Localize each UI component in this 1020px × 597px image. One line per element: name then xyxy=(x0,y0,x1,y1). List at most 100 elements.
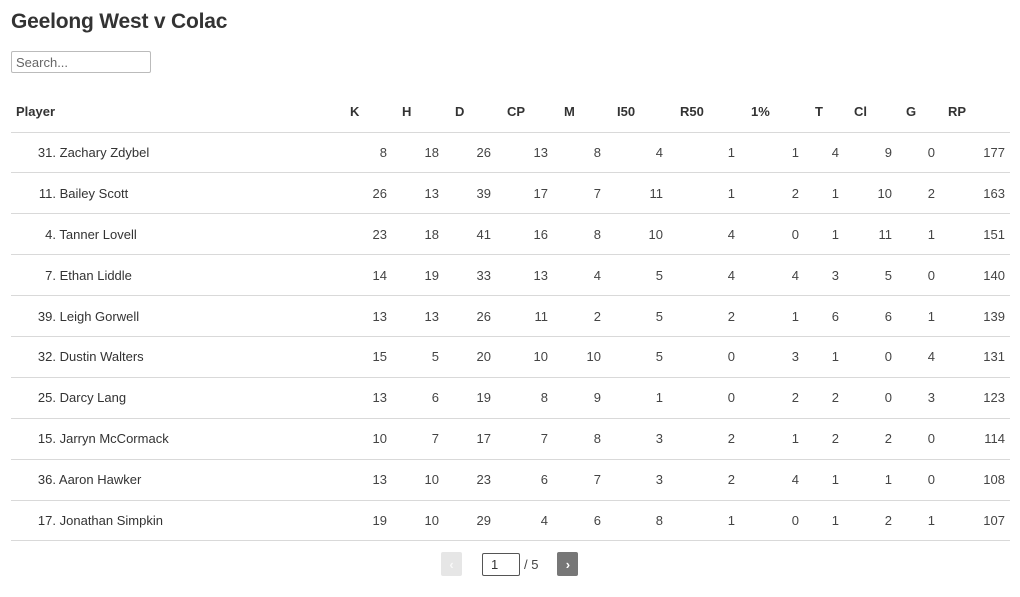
player-name-cell: 25. Darcy Lang xyxy=(11,377,339,419)
stat-cell-r50: 2 xyxy=(668,295,740,337)
column-header-m[interactable]: M xyxy=(553,92,605,133)
player-number: 36. xyxy=(37,472,56,488)
stat-cell-d: 33 xyxy=(444,254,496,297)
stat-cell-m: 10 xyxy=(553,336,605,378)
stat-cell-t: 3 xyxy=(803,254,843,297)
stat-cell-i50: 5 xyxy=(605,336,668,378)
stat-cell-r50: 1 xyxy=(668,500,740,542)
stat-cell-i50: 10 xyxy=(605,213,668,256)
table-row[interactable]: 25. Darcy Lang 13 6 19 8 9 1 0 2 2 0 3 123 xyxy=(11,377,1010,419)
stat-cell-k: 10 xyxy=(339,418,392,460)
stat-cell-r50: 2 xyxy=(668,459,740,501)
stat-cell-cp: 7 xyxy=(496,418,553,460)
column-header-g[interactable]: G xyxy=(899,92,941,133)
player-number: 32. xyxy=(37,349,56,365)
stat-cell-1pct: 2 xyxy=(740,172,803,215)
table-body: 31. Zachary Zdybel 8 18 26 13 8 4 1 1 4 9 0 177 11. B… xyxy=(11,132,1010,542)
stat-cell-h: 19 xyxy=(392,254,444,297)
chevron-left-icon: ‹ xyxy=(449,556,454,572)
search-input[interactable] xyxy=(11,51,151,73)
column-header-r50[interactable]: R50 xyxy=(668,92,740,133)
table-row[interactable]: 17. Jonathan Simpkin 19 10 29 4 6 8 1 0 1 2 1 107 xyxy=(11,500,1010,542)
stat-cell-t: 4 xyxy=(803,132,843,174)
stat-cell-cp: 4 xyxy=(496,500,553,542)
pagination: ‹ / 5 › xyxy=(441,552,579,576)
stat-cell-t: 2 xyxy=(803,377,843,419)
column-header-k[interactable]: K xyxy=(339,92,392,133)
stat-cell-1pct: 1 xyxy=(740,295,803,337)
stat-cell-m: 2 xyxy=(553,295,605,337)
column-header-i50[interactable]: I50 xyxy=(605,92,668,133)
table-row[interactable]: 32. Dustin Walters 15 5 20 10 10 5 0 3 1 0 4 131 xyxy=(11,336,1010,378)
table-row[interactable]: 4. Tanner Lovell 23 18 41 16 8 10 4 0 1 11 1 151 xyxy=(11,213,1010,256)
page-number-input[interactable] xyxy=(482,552,520,576)
stat-cell-h: 13 xyxy=(392,295,444,337)
player-name: Aaron Hawker xyxy=(58,472,142,488)
player-name-cell: 4. Tanner Lovell xyxy=(11,213,339,256)
stat-cell-cl: 0 xyxy=(843,377,899,419)
column-header-player[interactable]: Player xyxy=(11,92,339,133)
stat-cell-k: 15 xyxy=(339,336,392,378)
stat-cell-rp: 114 xyxy=(941,418,1010,460)
page-total-label: / 5 xyxy=(524,556,539,572)
stat-cell-d: 17 xyxy=(444,418,496,460)
chevron-right-icon: › xyxy=(565,556,571,572)
stat-cell-rp: 107 xyxy=(941,500,1010,542)
column-header-d[interactable]: D xyxy=(444,92,496,133)
stat-cell-d: 26 xyxy=(444,295,496,337)
stat-cell-i50: 8 xyxy=(605,500,668,542)
player-number: 39. xyxy=(37,308,56,324)
player-name: Tanner Lovell xyxy=(59,226,137,242)
stat-cell-cp: 10 xyxy=(496,336,553,378)
stat-cell-m: 4 xyxy=(553,254,605,297)
stat-cell-r50: 4 xyxy=(668,254,740,297)
next-page-button[interactable]: › xyxy=(557,552,579,576)
previous-page-button[interactable]: ‹ xyxy=(441,552,462,576)
table-row[interactable]: 36. Aaron Hawker 13 10 23 6 7 3 2 4 1 1 0 108 xyxy=(11,459,1010,501)
stat-cell-k: 26 xyxy=(339,172,392,215)
stat-cell-h: 18 xyxy=(392,132,444,174)
stat-cell-d: 20 xyxy=(444,336,496,378)
stat-cell-d: 26 xyxy=(444,132,496,174)
table-row[interactable]: 11. Bailey Scott 26 13 39 17 7 11 1 2 1 10 2 163 xyxy=(11,172,1010,215)
stat-cell-r50: 1 xyxy=(668,172,740,215)
table-row[interactable]: 7. Ethan Liddle 14 19 33 13 4 5 4 4 3 5 0 140 xyxy=(11,254,1010,297)
stat-cell-1pct: 3 xyxy=(740,336,803,378)
column-header-cp[interactable]: CP xyxy=(496,92,553,133)
column-header-t[interactable]: T xyxy=(803,92,843,133)
table-row[interactable]: 15. Jarryn McCormack 10 7 17 7 8 3 2 1 2 2 0 114 xyxy=(11,418,1010,460)
player-name-cell: 36. Aaron Hawker xyxy=(11,459,339,501)
stat-cell-1pct: 1 xyxy=(740,132,803,174)
stat-cell-g: 0 xyxy=(899,418,941,460)
table-header-row: Player K H D CP M I50 R50 1% T Cl G RP xyxy=(11,92,1010,133)
stat-cell-i50: 3 xyxy=(605,418,668,460)
stat-cell-g: 2 xyxy=(899,172,941,215)
stat-cell-cl: 11 xyxy=(843,213,899,256)
stat-cell-d: 29 xyxy=(444,500,496,542)
stat-cell-rp: 131 xyxy=(941,336,1010,378)
stat-cell-rp: 108 xyxy=(941,459,1010,501)
stat-cell-rp: 163 xyxy=(941,172,1010,215)
player-name-cell: 39. Leigh Gorwell xyxy=(11,295,339,337)
column-header-1pct[interactable]: 1% xyxy=(740,92,803,133)
stat-cell-cp: 17 xyxy=(496,172,553,215)
stat-cell-d: 19 xyxy=(444,377,496,419)
stat-cell-d: 39 xyxy=(444,172,496,215)
column-header-rp[interactable]: RP xyxy=(941,92,1010,133)
column-header-cl[interactable]: Cl xyxy=(843,92,899,133)
player-number: 11. xyxy=(38,185,56,201)
stat-cell-1pct: 0 xyxy=(740,213,803,256)
table-row[interactable]: 31. Zachary Zdybel 8 18 26 13 8 4 1 1 4 9 0 177 xyxy=(11,132,1010,174)
stat-cell-t: 1 xyxy=(803,213,843,256)
stat-cell-1pct: 4 xyxy=(740,254,803,297)
stat-cell-g: 1 xyxy=(899,213,941,256)
stat-cell-rp: 140 xyxy=(941,254,1010,297)
table-row[interactable]: 39. Leigh Gorwell 13 13 26 11 2 5 2 1 6 6 1 139 xyxy=(11,295,1010,337)
stat-cell-k: 13 xyxy=(339,377,392,419)
player-name-cell: 15. Jarryn McCormack xyxy=(11,418,339,460)
stat-cell-g: 3 xyxy=(899,377,941,419)
stat-cell-r50: 2 xyxy=(668,418,740,460)
stat-cell-h: 6 xyxy=(392,377,444,419)
stat-cell-cl: 1 xyxy=(843,459,899,501)
column-header-h[interactable]: H xyxy=(392,92,444,133)
